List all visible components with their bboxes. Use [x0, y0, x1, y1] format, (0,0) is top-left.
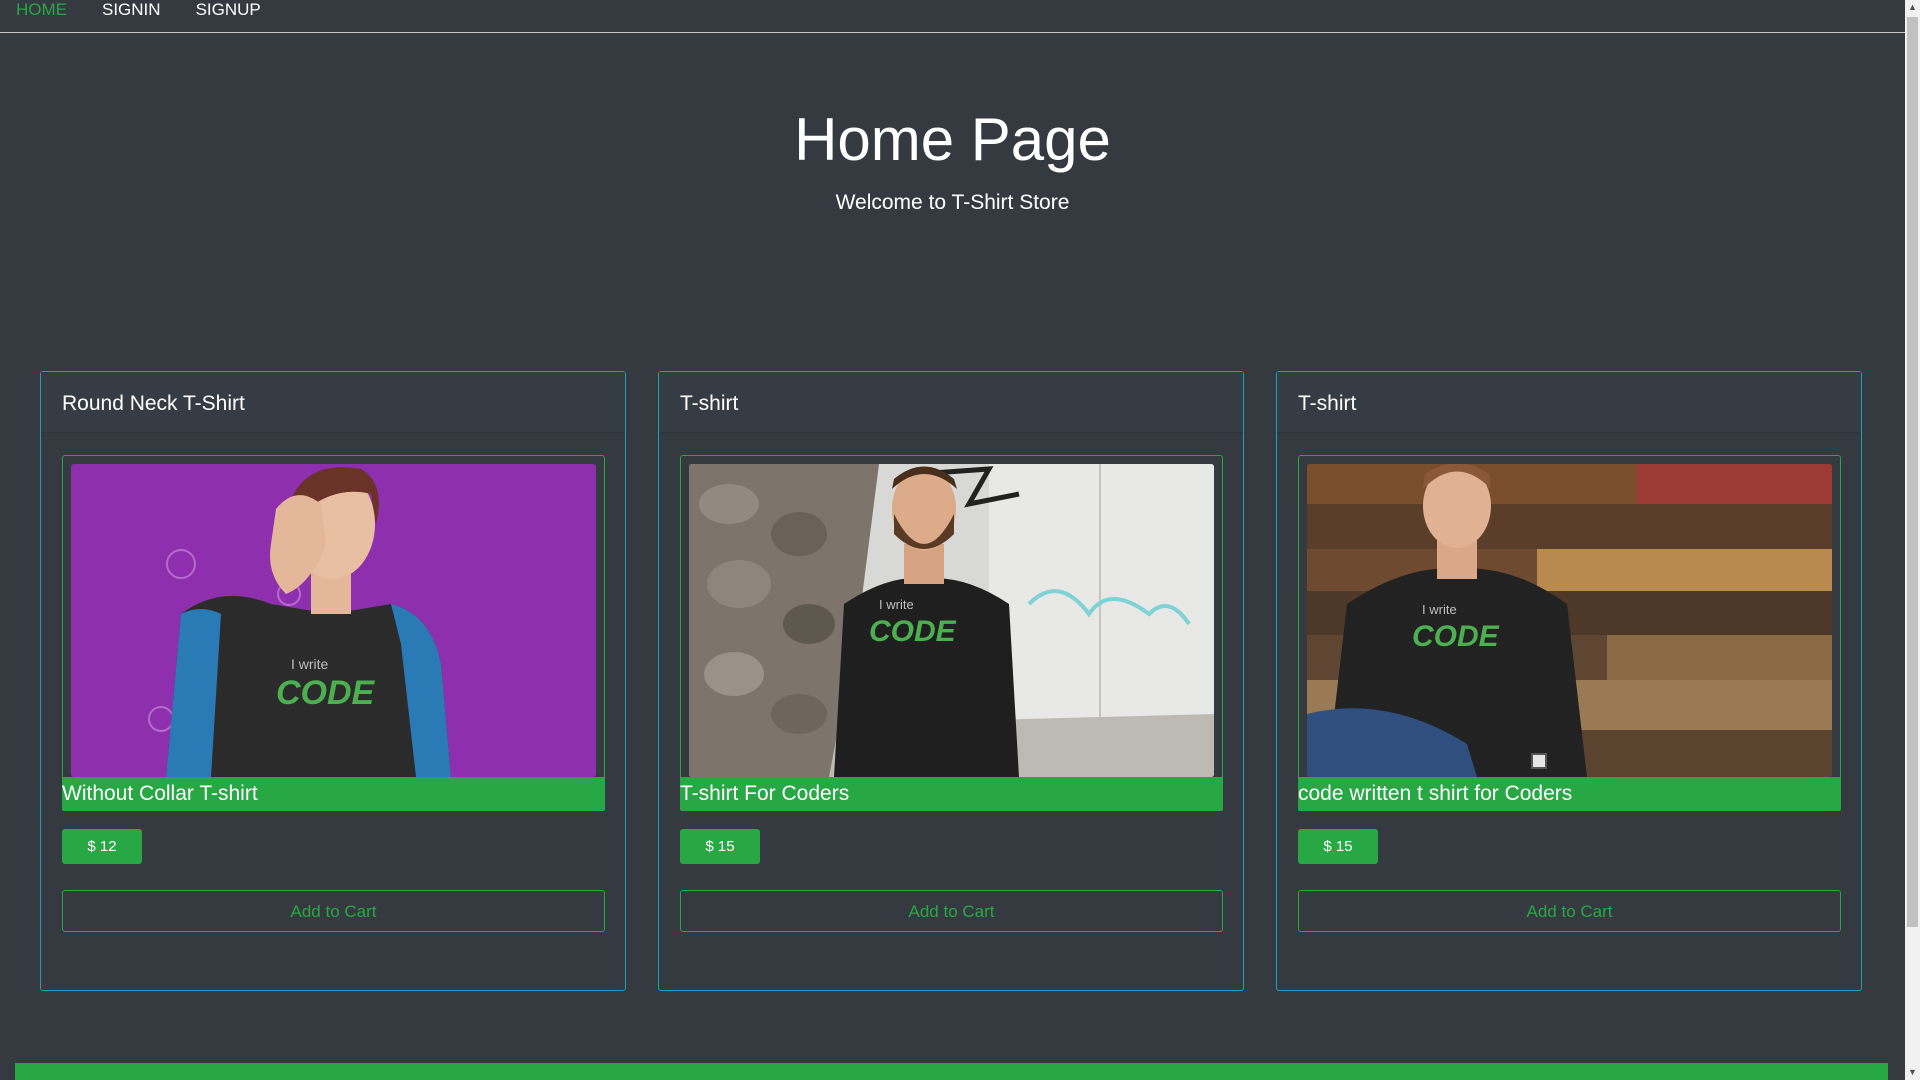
svg-text:I write: I write	[1422, 602, 1457, 617]
svg-text:CODE: CODE	[869, 615, 957, 648]
svg-text:I write: I write	[879, 597, 914, 612]
page: HOME SIGNIN SIGNUP Home Page Welcome to …	[0, 0, 1905, 1080]
nav-link-home[interactable]: HOME	[16, 0, 67, 18]
add-to-cart-button[interactable]: Add to Cart	[62, 890, 605, 932]
svg-text:CODE: CODE	[276, 674, 376, 712]
svg-text:CODE: CODE	[1412, 620, 1500, 653]
product-card-header: T-shirt	[1277, 372, 1861, 433]
product-card-header: Round Neck T-Shirt	[41, 372, 625, 433]
page-title: Home Page	[794, 106, 1111, 173]
scrollbar-thumb[interactable]	[1907, 17, 1918, 927]
product-image-frame: I write CODE	[62, 455, 605, 807]
product-image: I write CODE	[689, 464, 1214, 777]
product-image-frame: I write CODE	[680, 455, 1223, 807]
product-card-header: T-shirt	[659, 372, 1243, 433]
product-name: Without Collar T-shirt	[62, 777, 605, 811]
top-navbar: HOME SIGNIN SIGNUP	[0, 0, 1905, 33]
product-name: code written t shirt for Coders	[1298, 777, 1841, 811]
svg-text:I write: I write	[291, 656, 329, 672]
add-to-cart-button[interactable]: Add to Cart	[680, 890, 1223, 932]
nav-link-signup[interactable]: SIGNUP	[196, 0, 261, 18]
footer-bar	[15, 1063, 1888, 1080]
nav-link-signin[interactable]: SIGNIN	[102, 0, 161, 18]
scroll-up-arrow-icon[interactable]: ▲	[1905, 0, 1920, 15]
product-image: I write CODE	[1307, 464, 1832, 777]
product-card: Round Neck T-Shirt I write CODE Without …	[40, 371, 626, 991]
product-image-frame: I write CODE	[1298, 455, 1841, 807]
price-badge[interactable]: $ 15	[680, 829, 760, 864]
price-badge[interactable]: $ 12	[62, 829, 142, 864]
page-subtitle: Welcome to T-Shirt Store	[835, 191, 1070, 214]
product-card: T-shirt	[1276, 371, 1862, 991]
product-image: I write CODE	[71, 464, 596, 777]
product-name: T-shirt For Coders	[680, 777, 1223, 811]
price-badge[interactable]: $ 15	[1298, 829, 1378, 864]
add-to-cart-button[interactable]: Add to Cart	[1298, 890, 1841, 932]
vertical-scrollbar[interactable]: ▲ ▼	[1905, 0, 1920, 1080]
scroll-down-arrow-icon[interactable]: ▼	[1905, 1065, 1920, 1080]
product-card: T-shirt	[658, 371, 1244, 991]
